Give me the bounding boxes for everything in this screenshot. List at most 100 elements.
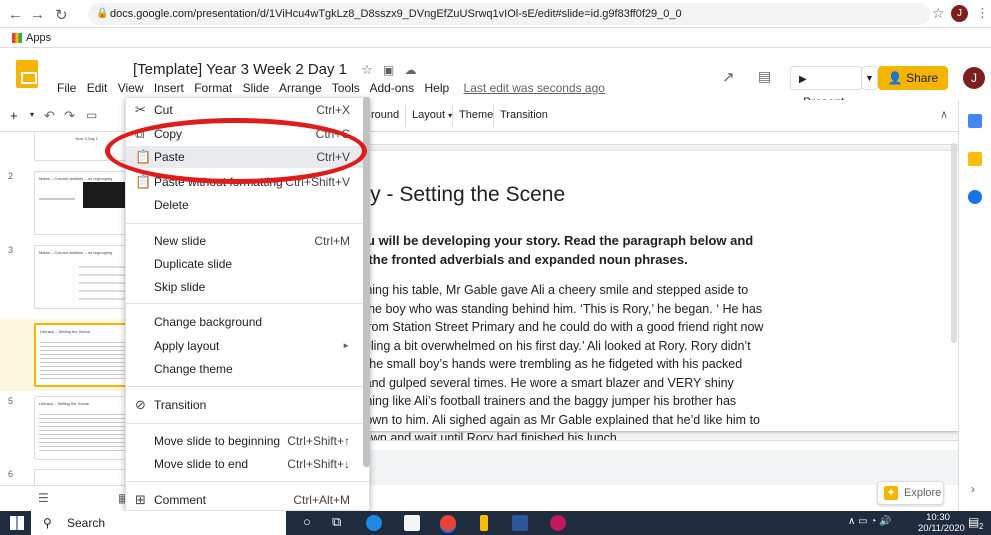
windows-start-icon[interactable]: [10, 516, 24, 530]
menu-item-shortcut: Ctrl+Shift+↓: [287, 457, 350, 471]
slide-thumbnail[interactable]: Maths – Column addition – no regrouping: [34, 171, 134, 235]
edge-browser-icon[interactable]: [366, 515, 382, 531]
last-edit-link[interactable]: Last edit was seconds ago: [464, 81, 605, 95]
scissors-icon: ✂: [135, 102, 146, 117]
tasks-icon[interactable]: [968, 190, 982, 204]
menu-item-paste[interactable]: 📋 Paste Ctrl+V: [126, 146, 369, 168]
file-explorer-icon[interactable]: [480, 515, 488, 531]
apps-grid-icon[interactable]: [12, 33, 22, 43]
menu-item-move-to-beginning[interactable]: Move slide to beginning Ctrl+Shift+↑: [126, 430, 369, 452]
menu-item-cut[interactable]: ✂ Cut Ctrl+X: [126, 99, 369, 121]
taskbar-clock[interactable]: 10:30 20/11/2020: [918, 512, 965, 534]
canvas-scrollbar[interactable]: [951, 143, 957, 343]
reload-icon[interactable]: ↻: [55, 6, 68, 24]
slide-thumbnail[interactable]: Maths – Column addition – no regrouping: [34, 245, 134, 309]
star-bookmark-icon[interactable]: ☆: [932, 5, 945, 22]
paint-app-icon[interactable]: [550, 515, 566, 531]
slide-paragraph[interactable]: reaching his table, Mr Gable gave Ali a …: [341, 281, 781, 448]
menu-help[interactable]: Help: [425, 81, 450, 95]
menu-file[interactable]: File: [57, 81, 76, 95]
menu-format[interactable]: Format: [194, 81, 232, 95]
menu-item-new-slide[interactable]: New slide Ctrl+M: [126, 230, 369, 252]
star-icon[interactable]: ☆: [361, 62, 373, 77]
slide-title[interactable]: racy - Setting the Scene: [341, 183, 565, 207]
menu-item-label: Delete: [154, 198, 189, 212]
menu-item-move-to-end[interactable]: Move slide to end Ctrl+Shift+↓: [126, 453, 369, 475]
slide-canvas[interactable]: racy - Setting the Scene y you will be d…: [341, 151, 958, 445]
new-slide-dropdown-icon[interactable]: ▾: [30, 110, 34, 119]
user-avatar[interactable]: J: [963, 67, 985, 89]
print-icon[interactable]: ▭: [86, 108, 97, 122]
menu-arrange[interactable]: Arrange: [279, 81, 322, 95]
keep-icon[interactable]: [968, 152, 982, 166]
chrome-icon[interactable]: [440, 515, 456, 531]
slide-thumbnail-active[interactable]: Literacy – Setting the Scene: [34, 323, 134, 387]
tray-icons[interactable]: ∧ ▭ ◔ 🔊: [848, 516, 892, 527]
menu-item-apply-layout[interactable]: Apply layout ►: [126, 335, 369, 357]
menu-item-comment[interactable]: ⊞ Comment Ctrl+Alt+M: [126, 489, 369, 510]
layout-button[interactable]: Layout ▾: [412, 109, 452, 121]
theme-button[interactable]: Theme: [459, 109, 493, 121]
menu-item-change-theme[interactable]: Change theme: [126, 358, 369, 380]
browser-address-bar: ← → ↻ 🔒 docs.google.com/presentation/d/1…: [0, 0, 991, 28]
menu-edit[interactable]: Edit: [87, 81, 108, 95]
menu-item-shortcut: Ctrl+Alt+M: [293, 493, 350, 507]
word-icon[interactable]: [512, 515, 528, 531]
menu-view[interactable]: View: [118, 81, 144, 95]
comments-icon[interactable]: ▤: [758, 68, 771, 85]
windows-taskbar: ⚲ Search ○ ⧉ ∧ ▭ ◔ 🔊 10:30 20/11/2020 ▤ …: [0, 511, 991, 535]
slides-header: [Template] Year 3 Week 2 Day 1 ☆ ▣ ☁ Fil…: [0, 48, 991, 109]
slide-thumbnail[interactable]: Year 3 Day 1: [34, 133, 134, 161]
apps-bookmark[interactable]: Apps: [26, 28, 51, 48]
search-icon: ⚲: [43, 516, 52, 530]
menu-insert[interactable]: Insert: [154, 81, 184, 95]
thumbnail-title: Maths – Column addition – no regrouping: [39, 250, 113, 255]
menu-addons[interactable]: Add-ons: [369, 81, 414, 95]
redo-icon[interactable]: ↷: [64, 108, 75, 124]
explore-icon: ✦: [884, 486, 898, 500]
cortana-icon[interactable]: ○: [303, 514, 311, 529]
taskbar-search-box[interactable]: ⚲ Search: [31, 511, 286, 535]
transition-button[interactable]: Transition: [500, 109, 548, 121]
new-slide-icon[interactable]: +: [10, 108, 18, 123]
menu-tools[interactable]: Tools: [332, 81, 360, 95]
expand-panel-icon[interactable]: ›: [971, 482, 975, 496]
slide-thumbnail[interactable]: Literacy – Setting the Scene: [34, 396, 134, 460]
menu-item-skip-slide[interactable]: Skip slide: [126, 276, 369, 298]
menu-item-paste-without-formatting[interactable]: 📋 Paste without formatting Ctrl+Shift+V: [126, 171, 369, 193]
menu-item-duplicate-slide[interactable]: Duplicate slide: [126, 253, 369, 275]
store-icon[interactable]: [404, 515, 420, 531]
menu-item-label: Change theme: [154, 362, 233, 376]
move-folder-icon[interactable]: ▣: [383, 63, 394, 77]
menu-item-delete[interactable]: Delete: [126, 194, 369, 216]
profile-avatar[interactable]: J: [951, 5, 968, 22]
slide-thumbnail[interactable]: [34, 469, 134, 485]
explore-button[interactable]: ✦ Explore: [877, 481, 944, 505]
document-title[interactable]: [Template] Year 3 Week 2 Day 1: [133, 61, 347, 78]
task-view-icon[interactable]: ⧉: [332, 514, 341, 530]
notification-center-icon[interactable]: ▤: [968, 515, 979, 529]
menu-slide[interactable]: Slide: [243, 81, 270, 95]
slide-instruction-text[interactable]: y you will be developing your story. Rea…: [341, 231, 771, 269]
back-icon[interactable]: ←: [8, 6, 23, 23]
menu-item-shortcut: Ctrl+Shift+↑: [287, 434, 350, 448]
calendar-icon[interactable]: [968, 114, 982, 128]
copy-icon: ⧉: [135, 126, 145, 141]
activity-trend-icon[interactable]: ↗: [722, 68, 735, 86]
collapse-toolbar-icon[interactable]: ∧: [940, 108, 948, 121]
present-dropdown-button[interactable]: ▼: [861, 66, 878, 90]
explore-label: Explore: [904, 487, 942, 499]
background-button[interactable]: round: [371, 109, 399, 121]
list-view-icon[interactable]: ☰: [38, 491, 49, 505]
undo-icon[interactable]: ↶: [44, 108, 55, 124]
context-menu-scrollbar[interactable]: [363, 97, 370, 467]
present-button[interactable]: ▶ Present: [790, 66, 862, 109]
share-button[interactable]: 👤 Share: [878, 66, 948, 90]
menu-item-copy[interactable]: ⧉ Copy Ctrl+C: [126, 123, 369, 145]
url-field[interactable]: 🔒 docs.google.com/presentation/d/1ViHcu4…: [88, 3, 930, 25]
slides-logo-icon[interactable]: [16, 60, 38, 88]
browser-menu-icon[interactable]: ⋮: [976, 5, 989, 21]
menu-item-change-background[interactable]: Change background: [126, 311, 369, 333]
forward-icon[interactable]: →: [30, 6, 45, 23]
menu-item-transition[interactable]: ⊘ Transition: [126, 394, 369, 416]
